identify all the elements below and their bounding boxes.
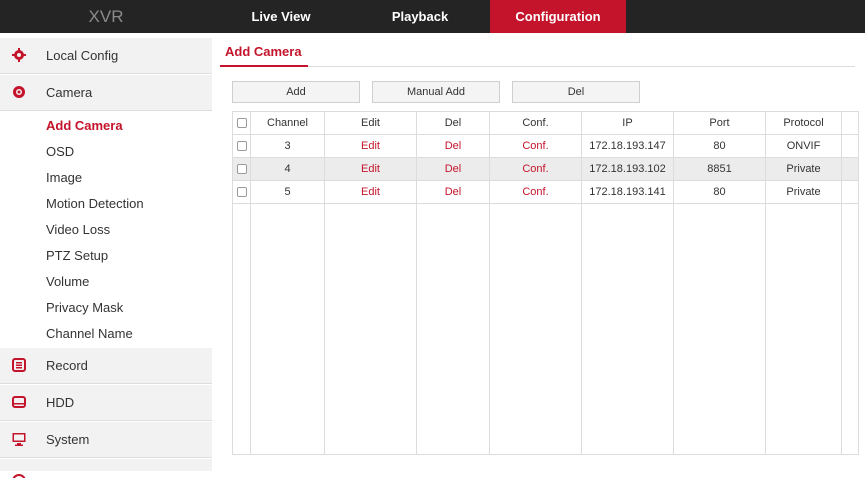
sidebar-item-label: System — [46, 432, 90, 447]
sidebar-item-partial — [0, 459, 212, 481]
table-header-row: Channel Edit Del Conf. IP Port Protocol — [232, 111, 859, 135]
column-header: IP — [581, 111, 674, 135]
sidebar-subitem-motion-detection[interactable]: Motion Detection — [46, 191, 144, 217]
tab-live-view[interactable]: Live View — [212, 0, 350, 33]
delete-link[interactable]: Del — [416, 157, 490, 181]
scroll-cell — [841, 157, 859, 181]
title-underline — [220, 65, 308, 67]
column-header: Conf. — [489, 111, 582, 135]
protocol-cell: Private — [765, 157, 842, 181]
hdd-icon — [12, 395, 26, 409]
column-header: Protocol — [765, 111, 842, 135]
app-logo: XVR — [88, 7, 124, 26]
column-header: Edit — [324, 111, 417, 135]
sidebar-subitem-ptz-setup[interactable]: PTZ Setup — [46, 243, 108, 269]
sidebar-item-label: Record — [46, 358, 88, 373]
manual-add-button[interactable]: Manual Add — [372, 81, 500, 103]
ip-cell: 172.18.193.141 — [581, 180, 674, 204]
camera-table: Channel Edit Del Conf. IP Port Protocol … — [232, 111, 859, 455]
partial-icon — [12, 467, 26, 481]
row-checkbox[interactable] — [236, 187, 247, 198]
scroll-header-cell — [841, 111, 859, 135]
table-row[interactable]: 4 Edit Del Conf. 172.18.193.102 8851 Pri… — [232, 157, 859, 181]
sidebar-subitem-video-loss[interactable]: Video Loss — [46, 217, 110, 243]
port-cell: 80 — [673, 134, 766, 158]
sidebar-subitem-volume[interactable]: Volume — [46, 269, 89, 295]
row-checkbox[interactable] — [236, 164, 247, 175]
camera-icon — [12, 85, 26, 99]
sidebar-item-hdd[interactable]: HDD — [0, 385, 212, 421]
ip-cell: 172.18.193.102 — [581, 157, 674, 181]
select-all-cell — [232, 111, 251, 135]
sidebar-item-camera[interactable]: Camera — [0, 75, 212, 111]
sidebar-item-local-config[interactable]: Local Config — [0, 38, 212, 74]
page-title: Add Camera — [225, 44, 302, 59]
row-checkbox-cell — [232, 134, 251, 158]
column-header: Del — [416, 111, 490, 135]
conf-link[interactable]: Conf. — [489, 134, 582, 158]
edit-link[interactable]: Edit — [324, 134, 417, 158]
monitor-icon — [12, 432, 26, 446]
table-row[interactable]: 3 Edit Del Conf. 172.18.193.147 80 ONVIF — [232, 134, 859, 158]
sidebar-item-record[interactable]: Record — [0, 348, 212, 384]
protocol-cell: ONVIF — [765, 134, 842, 158]
sidebar-subitem-image[interactable]: Image — [46, 165, 82, 191]
del-button[interactable]: Del — [512, 81, 640, 103]
channel-cell: 4 — [250, 157, 325, 181]
add-button[interactable]: Add — [232, 81, 360, 103]
tab-configuration[interactable]: Configuration — [490, 0, 626, 33]
scroll-cell — [841, 180, 859, 204]
record-icon — [12, 358, 26, 372]
sidebar-subitem-add-camera[interactable]: Add Camera — [46, 113, 123, 139]
top-nav-bar: XVR Live View Playback Configuration — [0, 0, 865, 33]
select-all-checkbox[interactable] — [236, 118, 247, 129]
edit-link[interactable]: Edit — [324, 157, 417, 181]
tab-playback[interactable]: Playback — [350, 0, 490, 33]
table-row[interactable]: 5 Edit Del Conf. 172.18.193.141 80 Priva… — [232, 180, 859, 204]
delete-link[interactable]: Del — [416, 180, 490, 204]
delete-link[interactable]: Del — [416, 134, 490, 158]
ip-cell: 172.18.193.147 — [581, 134, 674, 158]
protocol-cell: Private — [765, 180, 842, 204]
sidebar-subitem-privacy-mask[interactable]: Privacy Mask — [46, 295, 123, 321]
conf-link[interactable]: Conf. — [489, 157, 582, 181]
column-header: Channel — [250, 111, 325, 135]
sidebar-subitem-channel-name[interactable]: Channel Name — [46, 321, 133, 347]
sidebar-subitem-osd[interactable]: OSD — [46, 139, 74, 165]
column-header: Port — [673, 111, 766, 135]
main-content: Add Camera Add Manual Add Del Channel Ed… — [212, 33, 865, 471]
gear-icon — [12, 48, 26, 62]
title-divider — [225, 66, 855, 67]
channel-cell: 3 — [250, 134, 325, 158]
scroll-cell — [841, 134, 859, 158]
sidebar-item-system[interactable]: System — [0, 422, 212, 458]
conf-link[interactable]: Conf. — [489, 180, 582, 204]
sidebar-item-label: Camera — [46, 85, 93, 100]
sidebar-item-label: Local Config — [46, 48, 119, 63]
port-cell: 80 — [673, 180, 766, 204]
sidebar-item-label: HDD — [46, 395, 75, 410]
port-cell: 8851 — [673, 157, 766, 181]
row-checkbox-cell — [232, 180, 251, 204]
sidebar: Local Config Camera Add Camera OSD Image… — [0, 33, 212, 481]
row-checkbox[interactable] — [236, 141, 247, 152]
row-checkbox-cell — [232, 157, 251, 181]
table-empty-area — [232, 203, 859, 455]
edit-link[interactable]: Edit — [324, 180, 417, 204]
channel-cell: 5 — [250, 180, 325, 204]
